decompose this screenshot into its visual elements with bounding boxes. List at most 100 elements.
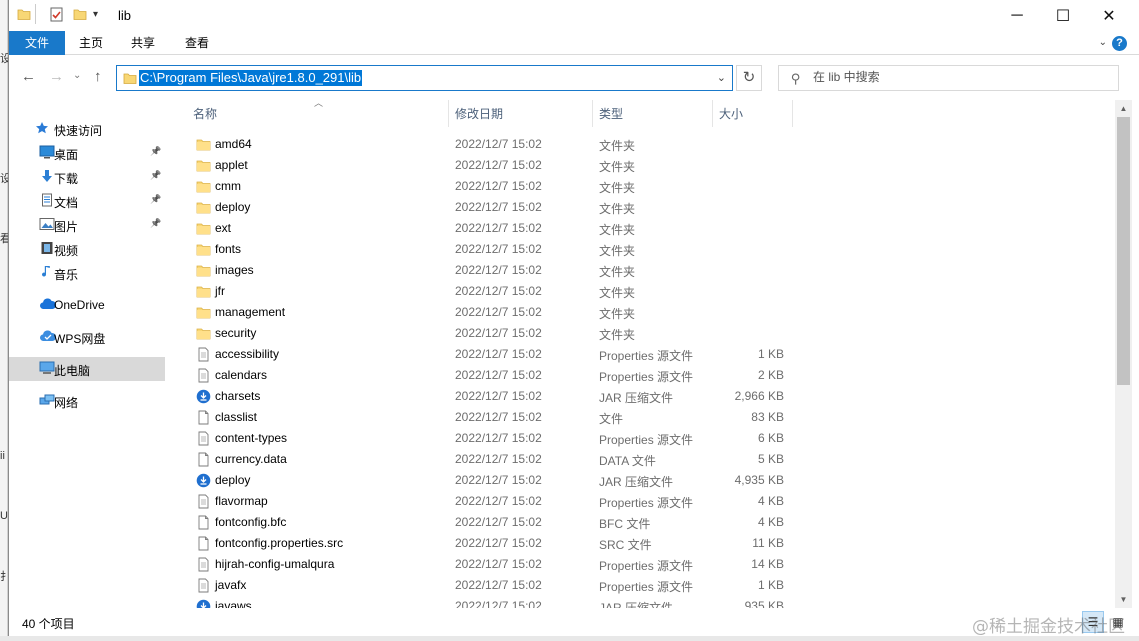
file-row[interactable]: javafx 2022/12/7 15:02 Properties 源文件 1 KB: [174, 575, 794, 596]
file-row[interactable]: fontconfig.bfc 2022/12/7 15:02 BFC 文件 4 KB: [174, 512, 794, 533]
search-input[interactable]: [813, 70, 1103, 84]
file-size: 2,966 KB: [734, 389, 784, 403]
tab-share[interactable]: 共享: [117, 31, 169, 55]
recent-locations-icon[interactable]: ⌄: [73, 70, 81, 81]
sidebar-item-label: 桌面: [54, 148, 79, 162]
navigation-bar: ← → ⌄ ↑ C:\Program Files\Java\jre1.8.0_2…: [9, 56, 1139, 100]
file-row[interactable]: currency.data 2022/12/7 15:02 DATA 文件 5 KB: [174, 449, 794, 470]
minimize-button[interactable]: ─: [994, 0, 1040, 31]
file-date: 2022/12/7 15:02: [455, 536, 542, 550]
properties-file-icon: [196, 431, 211, 446]
tab-view[interactable]: 查看: [169, 31, 225, 55]
scroll-down-icon[interactable]: ▼: [1115, 591, 1132, 608]
sidebar-item-network[interactable]: 网络: [9, 389, 165, 413]
file-name: calendars: [215, 368, 268, 382]
up-button[interactable]: ↑: [94, 68, 102, 85]
column-header-date[interactable]: 修改日期: [449, 100, 593, 127]
pin-icon[interactable]: 📌: [150, 194, 161, 205]
sidebar-item-desktop[interactable]: 桌面 📌: [9, 141, 165, 165]
tab-file[interactable]: 文件: [9, 31, 65, 55]
file-row[interactable]: cmm 2022/12/7 15:02 文件夹: [174, 176, 794, 197]
sidebar-item-cloud[interactable]: OneDrive: [9, 293, 165, 317]
blank-file-icon: [196, 410, 211, 425]
file-type: Properties 源文件: [599, 370, 694, 384]
sidebar-item-music[interactable]: 音乐: [9, 261, 165, 285]
file-size: 14 KB: [751, 557, 784, 571]
file-name: management: [215, 305, 286, 319]
sidebar-item-wps-cloud[interactable]: WPS网盘: [9, 325, 165, 349]
wps-cloud-icon: [39, 329, 57, 345]
file-date: 2022/12/7 15:02: [455, 578, 542, 592]
folder-icon: [17, 7, 31, 24]
column-header-name[interactable]: 名称: [187, 100, 449, 127]
pin-icon[interactable]: 📌: [150, 146, 161, 157]
file-row[interactable]: calendars 2022/12/7 15:02 Properties 源文件 2 …: [174, 365, 794, 386]
music-icon: [39, 265, 55, 281]
file-row[interactable]: ext 2022/12/7 15:02 文件夹: [174, 218, 794, 239]
new-folder-icon[interactable]: [73, 7, 87, 24]
close-button[interactable]: ✕: [1086, 0, 1132, 31]
file-row[interactable]: fonts 2022/12/7 15:02 文件夹: [174, 239, 794, 260]
file-row[interactable]: images 2022/12/7 15:02 文件夹: [174, 260, 794, 281]
quick-access-dropdown-icon[interactable]: ▾: [93, 9, 98, 20]
file-row[interactable]: management 2022/12/7 15:02 文件夹: [174, 302, 794, 323]
scrollbar-thumb[interactable]: [1117, 117, 1130, 385]
sidebar-item-label: 网络: [54, 396, 79, 410]
expand-ribbon-icon[interactable]: ⌄: [1099, 37, 1107, 48]
vertical-scrollbar[interactable]: ▲ ▼: [1115, 100, 1132, 608]
jar-file-icon: [196, 389, 211, 404]
file-row[interactable]: flavormap 2022/12/7 15:02 Properties 源文件 4 …: [174, 491, 794, 512]
file-type: 文件夹: [599, 307, 636, 321]
sidebar-item-star[interactable]: 快速访问: [9, 117, 165, 141]
sidebar-item-computer[interactable]: 此电脑: [9, 357, 165, 381]
file-row[interactable]: hijrah-config-umalqura 2022/12/7 15:02 Pro…: [174, 554, 794, 575]
forward-button[interactable]: →: [49, 68, 64, 85]
file-size: 5 KB: [757, 452, 784, 466]
sidebar-item-label: 文档: [54, 196, 79, 210]
maximize-button[interactable]: ☐: [1040, 0, 1086, 31]
sidebar-item-download[interactable]: 下载 📌: [9, 165, 165, 189]
sidebar-item-picture[interactable]: 图片 📌: [9, 213, 165, 237]
file-row[interactable]: content-types 2022/12/7 15:02 Properties 源…: [174, 428, 794, 449]
file-name: fontconfig.properties.src: [215, 536, 344, 550]
file-row[interactable]: classlist 2022/12/7 15:02 文件 83 KB: [174, 407, 794, 428]
sidebar-item-label: 下载: [54, 172, 79, 186]
file-row[interactable]: deploy 2022/12/7 15:02 JAR 压缩文件 4,935 KB: [174, 470, 794, 491]
tab-home[interactable]: 主页: [65, 31, 117, 55]
properties-check-icon[interactable]: [49, 7, 64, 25]
file-row[interactable]: deploy 2022/12/7 15:02 文件夹: [174, 197, 794, 218]
file-date: 2022/12/7 15:02: [455, 284, 542, 298]
file-type: 文件夹: [599, 202, 636, 216]
file-row[interactable]: security 2022/12/7 15:02 文件夹: [174, 323, 794, 344]
chevron-down-icon[interactable]: ⌄: [717, 71, 726, 84]
folder-icon: [196, 221, 211, 236]
file-row[interactable]: applet 2022/12/7 15:02 文件夹: [174, 155, 794, 176]
pin-icon[interactable]: 📌: [150, 218, 161, 229]
file-row[interactable]: charsets 2022/12/7 15:02 JAR 压缩文件 2,966 KB: [174, 386, 794, 407]
file-type: JAR 压缩文件: [599, 601, 674, 608]
pin-icon[interactable]: 📌: [150, 170, 161, 181]
file-row[interactable]: amd64 2022/12/7 15:02 文件夹: [174, 134, 794, 155]
file-row[interactable]: fontconfig.properties.src 2022/12/7 15:02…: [174, 533, 794, 554]
file-size: 83 KB: [751, 410, 784, 424]
file-type: Properties 源文件: [599, 496, 694, 510]
back-button[interactable]: ←: [21, 68, 36, 85]
help-icon[interactable]: ?: [1112, 36, 1127, 51]
column-header-type[interactable]: 类型: [593, 100, 713, 127]
file-row[interactable]: accessibility 2022/12/7 15:02 Properties 源…: [174, 344, 794, 365]
refresh-button[interactable]: ↻: [736, 65, 762, 91]
scroll-up-icon[interactable]: ▲: [1115, 100, 1132, 117]
address-path[interactable]: C:\Program Files\Java\jre1.8.0_291\lib: [139, 70, 363, 86]
file-date: 2022/12/7 15:02: [455, 200, 542, 214]
file-row[interactable]: jfr 2022/12/7 15:02 文件夹: [174, 281, 794, 302]
file-name: charsets: [215, 389, 261, 403]
file-size: 4 KB: [757, 515, 784, 529]
search-box[interactable]: ⚲: [778, 65, 1119, 91]
address-bar[interactable]: C:\Program Files\Java\jre1.8.0_291\lib ⌄: [116, 65, 733, 91]
sidebar-item-document[interactable]: 文档 📌: [9, 189, 165, 213]
sidebar-item-video[interactable]: 视频: [9, 237, 165, 261]
column-header-size[interactable]: 大小: [713, 100, 793, 127]
file-date: 2022/12/7 15:02: [455, 326, 542, 340]
file-name: images: [215, 263, 254, 277]
file-row[interactable]: javaws 2022/12/7 15:02 JAR 压缩文件 935 KB: [174, 596, 794, 608]
